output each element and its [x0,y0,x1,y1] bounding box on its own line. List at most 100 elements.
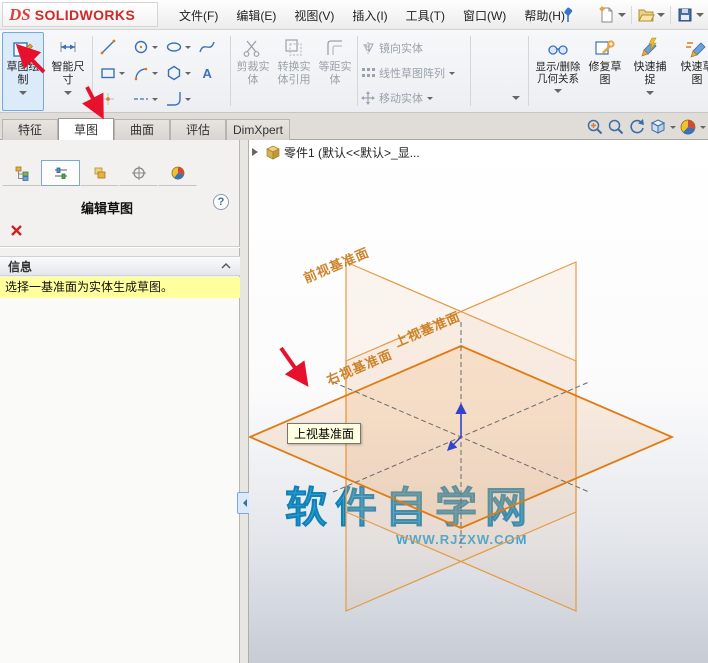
open-folder-icon[interactable] [637,6,655,24]
display-manager-tab[interactable] [158,160,197,186]
menu-insert[interactable]: 插入(I) [343,2,396,29]
property-manager-tab[interactable] [41,160,80,186]
message-header-label: 信息 [8,259,33,274]
cancel-button[interactable] [8,222,24,238]
point-icon [102,93,114,105]
view-orientation-cube-icon[interactable] [649,118,667,136]
tab-features[interactable]: 特征 [2,118,58,140]
separator [631,6,632,24]
tool-ellipse[interactable] [162,35,193,59]
smart-dimension-icon [60,42,76,52]
property-manager-panel: 编辑草图 ? 信息 选择一基准面为实体生成草图。 [0,140,240,663]
graphics-viewport[interactable]: 零件1 (默认<<默认>_显... 软件自学网 WWW.RJZXW.COM 前视 [249,140,708,663]
pin-menu-icon[interactable] [560,7,576,24]
separator [92,36,93,106]
separator [357,36,358,106]
tool-centerline[interactable] [129,87,160,111]
tab-dimxpert[interactable]: DimXpert [226,119,290,140]
zoom-fit-icon[interactable] [586,118,604,136]
convert-entities-button[interactable]: 转换实体引用 [274,32,314,111]
dimxpert-manager-tab[interactable] [119,160,158,186]
tool-line[interactable] [96,35,127,59]
arc-dropdown-caret[interactable] [152,71,158,78]
menu-edit[interactable]: 编辑(E) [227,2,285,29]
spline-icon [199,41,215,53]
brand-name: SOLIDWORKS [34,6,136,23]
divider [0,246,240,248]
offset-entities-button[interactable]: 等距实体 [316,32,354,111]
snaps-dropdown-caret[interactable] [646,91,654,99]
tool-text[interactable]: A [195,61,226,85]
smart-dimension-button[interactable]: 智能尺寸 [47,32,89,111]
circle-dropdown-caret[interactable] [152,45,158,52]
collapse-chevron-icon[interactable] [220,262,232,270]
previous-view-icon[interactable] [628,118,646,136]
new-dropdown-caret[interactable] [618,13,626,21]
tool-circle[interactable] [129,35,160,59]
sketch-draw-button[interactable]: 草图绘制 [2,32,44,111]
menu-file[interactable]: 文件(F) [170,2,227,29]
configurations-icon [94,167,105,179]
sketch-dropdown-caret[interactable] [19,91,27,99]
main-area: 编辑草图 ? 信息 选择一基准面为实体生成草图。 零件1 (默认<<默认>_显.… [0,140,708,663]
rectangle-icon [101,68,115,79]
separator [670,6,671,24]
tab-evaluate[interactable]: 评估 [170,118,226,140]
polygon-dropdown-caret[interactable] [185,71,191,78]
pattern-dropdown-caret[interactable] [449,71,455,78]
zoom-area-icon[interactable] [607,118,625,136]
tool-polygon[interactable] [162,61,193,85]
save-icon[interactable] [676,6,694,24]
dimxpert-target-icon [131,166,146,180]
move-entities-button[interactable]: 移动实体 [361,86,473,110]
rapid-sketch-button[interactable]: 快速草图 [675,32,708,111]
configuration-manager-tab[interactable] [80,160,119,186]
group-flyout-caret[interactable] [512,96,520,104]
panel-splitter[interactable] [237,140,251,663]
centerline-dropdown-caret[interactable] [152,97,158,104]
dimension-dropdown-caret[interactable] [64,91,72,99]
tab-surfaces[interactable]: 曲面 [114,118,170,140]
rectangle-dropdown-caret[interactable] [119,71,125,78]
tool-rectangle[interactable] [96,61,127,85]
tool-spline[interactable] [195,35,226,59]
appearance-dropdown-caret[interactable] [700,125,706,132]
convert-entities-icon [285,39,302,56]
ds-logo-icon: DS [9,4,31,24]
quick-snaps-button[interactable]: 快速捕捉 [628,32,672,111]
fillet-dropdown-caret[interactable] [185,97,191,104]
feature-manager-tab[interactable] [2,160,41,186]
tool-arc[interactable] [129,61,160,85]
quick-access-toolbar [598,3,704,27]
mirror-entities-button[interactable]: 镜向实体 [361,36,473,60]
menu-items: 文件(F) 编辑(E) 视图(V) 插入(I) 工具(T) 窗口(W) 帮助(H… [170,0,574,30]
save-dropdown-caret[interactable] [696,13,704,21]
open-dropdown-caret[interactable] [657,13,665,21]
tab-sketch[interactable]: 草图 [58,118,114,140]
help-button[interactable]: ? [213,194,229,210]
display-delete-relations-button[interactable]: 显示/删除几何关系 [534,32,582,111]
trim-entities-button[interactable]: 剪裁实体 [234,32,272,111]
expand-tree-icon[interactable] [252,148,262,156]
message-group-header[interactable]: 信息 [0,256,240,276]
solidworks-window: DS SOLIDWORKS 文件(F) 编辑(E) 视图(V) 插入(I) 工具… [0,0,708,663]
tool-point[interactable] [96,87,127,111]
heads-up-view-toolbar [586,116,706,138]
repair-sketch-button[interactable]: 修复草图 [585,32,625,111]
menu-window[interactable]: 窗口(W) [454,2,515,29]
menu-bar: DS SOLIDWORKS 文件(F) 编辑(E) 视图(V) 插入(I) 工具… [0,0,708,30]
view-dropdown-caret[interactable] [670,125,676,132]
command-manager-ribbon: 草图绘制 智能尺寸 A 剪裁实体 转换实体引用 等距实体 镜向实体 线性草图阵列… [0,30,708,113]
part-tree-label[interactable]: 零件1 (默认<<默认>_显... [284,144,420,161]
new-document-icon[interactable] [598,6,616,24]
appearance-ball-icon[interactable] [679,118,697,136]
menu-tools[interactable]: 工具(T) [397,2,454,29]
relations-dropdown-caret[interactable] [554,89,562,97]
linear-sketch-pattern-button[interactable]: 线性草图阵列 [361,61,473,85]
move-dropdown-caret[interactable] [427,96,433,103]
separator [528,36,529,106]
command-tab-bar: 特征 草图 曲面 评估 DimXpert [0,113,708,140]
ellipse-dropdown-caret[interactable] [185,45,191,52]
tool-fillet[interactable] [162,87,193,111]
menu-view[interactable]: 视图(V) [285,2,343,29]
